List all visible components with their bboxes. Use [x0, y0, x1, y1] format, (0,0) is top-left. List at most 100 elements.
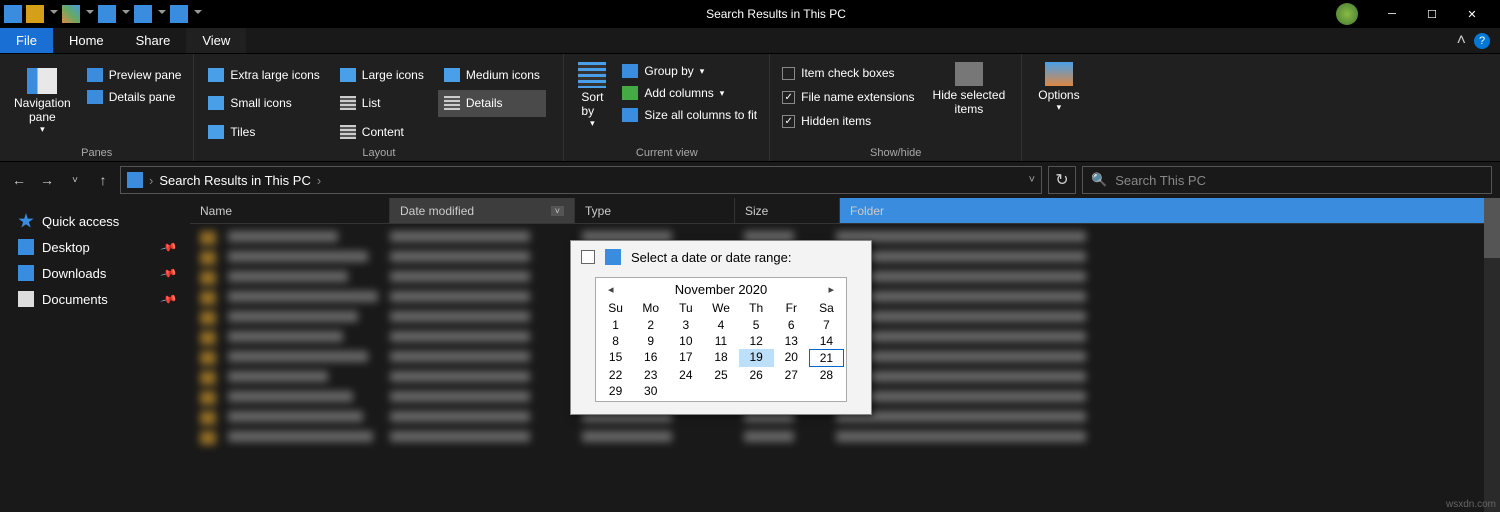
- add-columns-button[interactable]: Add columns▾: [618, 84, 761, 102]
- column-type[interactable]: Type: [575, 198, 735, 223]
- chevron-down-icon[interactable]: ˅: [551, 206, 564, 216]
- calendar-day[interactable]: 15: [598, 349, 633, 367]
- calendar-day[interactable]: 7: [809, 317, 844, 333]
- chevron-down-icon[interactable]: [86, 10, 94, 18]
- calendar-day[interactable]: 29: [598, 383, 633, 399]
- options-button[interactable]: Options▾: [1030, 58, 1087, 145]
- chevron-down-icon[interactable]: [122, 10, 130, 18]
- chevron-down-icon[interactable]: ˅: [1029, 174, 1035, 186]
- recent-dropdown[interactable]: ˅: [64, 169, 86, 191]
- column-size[interactable]: Size: [735, 198, 840, 223]
- app-icon[interactable]: [4, 5, 22, 23]
- group-by-button[interactable]: Group by▾: [618, 62, 761, 80]
- calendar-day[interactable]: 18: [703, 349, 738, 367]
- details-pane-button[interactable]: Details pane: [83, 88, 186, 106]
- calendar-day[interactable]: 27: [774, 367, 809, 383]
- layout-tiles[interactable]: Tiles: [202, 119, 325, 145]
- layout-xl-icons[interactable]: Extra large icons: [202, 62, 325, 88]
- calendar-day[interactable]: 23: [633, 367, 668, 383]
- close-button[interactable]: ✕: [1458, 4, 1486, 24]
- chevron-down-icon[interactable]: [158, 10, 166, 18]
- file-extensions-toggle[interactable]: File name extensions: [778, 88, 918, 106]
- calendar-day[interactable]: 13: [774, 333, 809, 349]
- qat-icon[interactable]: [98, 5, 116, 23]
- sort-by-button[interactable]: Sort by▾: [572, 58, 612, 145]
- calendar-day[interactable]: 17: [668, 349, 703, 367]
- hide-selected-button[interactable]: Hide selected items: [925, 58, 1014, 145]
- prev-month-button[interactable]: ◂: [604, 283, 618, 296]
- calendar-day[interactable]: 3: [668, 317, 703, 333]
- calendar-day[interactable]: 21: [809, 349, 844, 367]
- tab-home[interactable]: Home: [53, 28, 120, 53]
- back-button[interactable]: ←: [8, 169, 30, 191]
- chevron-down-icon[interactable]: [50, 10, 58, 18]
- layout-list[interactable]: List: [334, 90, 430, 116]
- sidebar-desktop[interactable]: Desktop📌: [0, 234, 190, 260]
- search-input[interactable]: 🔍 Search This PC: [1082, 166, 1492, 194]
- calendar-day[interactable]: 25: [703, 367, 738, 383]
- hidden-items-toggle[interactable]: Hidden items: [778, 112, 918, 130]
- column-name[interactable]: Name: [190, 198, 390, 223]
- help-icon[interactable]: ?: [1474, 33, 1490, 49]
- calendar-day[interactable]: 26: [739, 367, 774, 383]
- column-folder[interactable]: Folder: [840, 198, 1500, 223]
- chevron-down-icon[interactable]: [194, 10, 202, 18]
- layout-details[interactable]: Details: [438, 90, 546, 116]
- navigation-pane-button[interactable]: Navigation pane ▾: [8, 58, 77, 145]
- column-date-modified[interactable]: Date modified˅: [390, 198, 575, 223]
- layout-small-icons[interactable]: Small icons: [202, 90, 325, 116]
- qat-icon[interactable]: [134, 5, 152, 23]
- chevron-right-icon[interactable]: ›: [317, 173, 321, 188]
- calendar-day[interactable]: 12: [739, 333, 774, 349]
- breadcrumb[interactable]: Search Results in This PC: [159, 173, 311, 188]
- calendar-day[interactable]: 30: [633, 383, 668, 399]
- scrollbar[interactable]: [1484, 198, 1500, 512]
- tab-share[interactable]: Share: [120, 28, 187, 53]
- calendar-day[interactable]: 1: [598, 317, 633, 333]
- refresh-button[interactable]: ↻: [1048, 166, 1076, 194]
- preview-pane-button[interactable]: Preview pane: [83, 66, 186, 84]
- calendar-day[interactable]: 22: [598, 367, 633, 383]
- sidebar-quick-access[interactable]: Quick access: [0, 208, 190, 234]
- tab-view[interactable]: View: [186, 28, 246, 53]
- calendar-day[interactable]: 24: [668, 367, 703, 383]
- star-icon: [18, 213, 34, 229]
- calendar-day[interactable]: 9: [633, 333, 668, 349]
- qat-icon[interactable]: [26, 5, 44, 23]
- calendar-day[interactable]: 6: [774, 317, 809, 333]
- date-filter-checkbox[interactable]: [581, 250, 595, 264]
- user-avatar-icon[interactable]: [1336, 3, 1358, 25]
- chevron-right-icon[interactable]: ›: [149, 173, 153, 188]
- month-label[interactable]: November 2020: [675, 282, 768, 297]
- size-columns-button[interactable]: Size all columns to fit: [618, 106, 761, 124]
- calendar-day[interactable]: 11: [703, 333, 738, 349]
- calendar-day[interactable]: 16: [633, 349, 668, 367]
- calendar-day[interactable]: 14: [809, 333, 844, 349]
- minimize-button[interactable]: ─: [1378, 4, 1406, 24]
- calendar-day[interactable]: 5: [739, 317, 774, 333]
- item-checkboxes-toggle[interactable]: Item check boxes: [778, 64, 918, 82]
- calendar-day[interactable]: 2: [633, 317, 668, 333]
- next-month-button[interactable]: ▸: [824, 283, 838, 296]
- icons-icon: [208, 68, 224, 82]
- layout-medium-icons[interactable]: Medium icons: [438, 62, 546, 88]
- calendar-day[interactable]: 8: [598, 333, 633, 349]
- calendar-day[interactable]: 4: [703, 317, 738, 333]
- forward-button[interactable]: →: [36, 169, 58, 191]
- maximize-button[interactable]: ☐: [1418, 4, 1446, 24]
- calendar-day[interactable]: 19: [739, 349, 774, 367]
- qat-icon[interactable]: [170, 5, 188, 23]
- up-button[interactable]: ↑: [92, 169, 114, 191]
- layout-large-icons[interactable]: Large icons: [334, 62, 430, 88]
- calendar-day[interactable]: 20: [774, 349, 809, 367]
- calendar-day[interactable]: 10: [668, 333, 703, 349]
- calendar-day[interactable]: 28: [809, 367, 844, 383]
- tab-file[interactable]: File: [0, 28, 53, 53]
- scroll-thumb[interactable]: [1484, 198, 1500, 258]
- sidebar-documents[interactable]: Documents📌: [0, 286, 190, 312]
- qat-icon[interactable]: [62, 5, 80, 23]
- layout-content[interactable]: Content: [334, 119, 430, 145]
- sidebar-downloads[interactable]: Downloads📌: [0, 260, 190, 286]
- collapse-ribbon-icon[interactable]: ˄: [1457, 32, 1466, 50]
- address-bar[interactable]: › Search Results in This PC › ˅: [120, 166, 1042, 194]
